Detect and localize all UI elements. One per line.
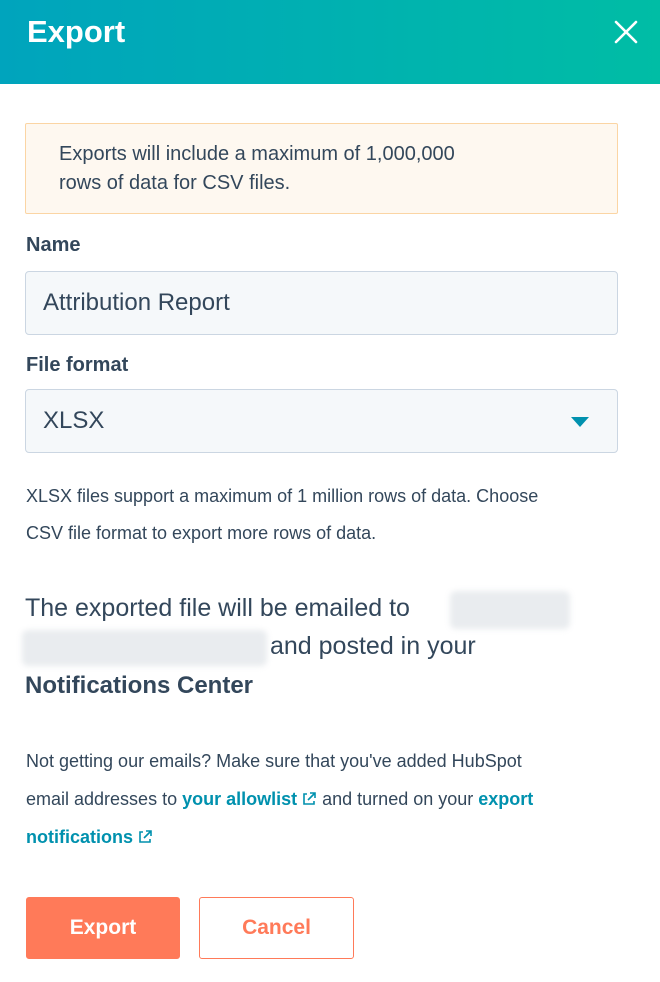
tips-line-3: notifications xyxy=(26,818,636,856)
cancel-button[interactable]: Cancel xyxy=(199,897,354,959)
close-button[interactable] xyxy=(604,12,648,52)
tips-line-2: email addresses to your allowlist and tu… xyxy=(26,780,636,818)
redacted-email-part-1 xyxy=(450,591,570,629)
alert-line-2: rows of data for CSV files. xyxy=(59,172,291,194)
name-input[interactable] xyxy=(25,271,618,335)
caret-down-icon xyxy=(571,417,589,427)
tips-line-2-prefix: email addresses to xyxy=(26,789,178,809)
close-icon xyxy=(614,20,638,44)
notifications-center-label: Notifications Center xyxy=(25,672,254,699)
delivery-text-after: and posted in your xyxy=(270,632,476,660)
file-format-select[interactable]: XLSX xyxy=(25,389,618,453)
alert-line-1: Exports will include a maximum of 1,000,… xyxy=(59,143,455,165)
allowlist-link-label: your allowlist xyxy=(182,789,298,809)
dialog-header: Export xyxy=(0,0,660,84)
redacted-email-part-2 xyxy=(22,630,267,666)
format-help-text: XLSX files support a maximum of 1 millio… xyxy=(26,478,626,552)
external-link-icon xyxy=(303,792,316,805)
export-button[interactable]: Export xyxy=(26,897,180,959)
export-notifications-link-label: notifications xyxy=(26,827,133,847)
tips-line-2-middle: and turned on your xyxy=(322,789,474,809)
file-format-value: XLSX xyxy=(43,407,105,434)
email-tips: Not getting our emails? Make sure that y… xyxy=(26,742,636,856)
tips-line-1: Not getting our emails? Make sure that y… xyxy=(26,751,522,771)
file-format-label: File format xyxy=(26,354,129,376)
format-help-line-1: XLSX files support a maximum of 1 millio… xyxy=(26,486,539,506)
format-help-line-2: CSV file format to export more rows of d… xyxy=(26,523,377,543)
delivery-text-before: The exported file will be emailed to xyxy=(25,594,410,622)
export-notifications-link-part-2[interactable]: notifications xyxy=(26,827,153,847)
export-notifications-link-part-1[interactable]: export xyxy=(478,789,533,809)
csv-limit-alert: Exports will include a maximum of 1,000,… xyxy=(25,123,618,214)
dialog-title: Export xyxy=(27,14,126,49)
external-link-icon xyxy=(139,830,152,843)
name-label: Name xyxy=(26,234,81,256)
allowlist-link[interactable]: your allowlist xyxy=(182,789,317,809)
